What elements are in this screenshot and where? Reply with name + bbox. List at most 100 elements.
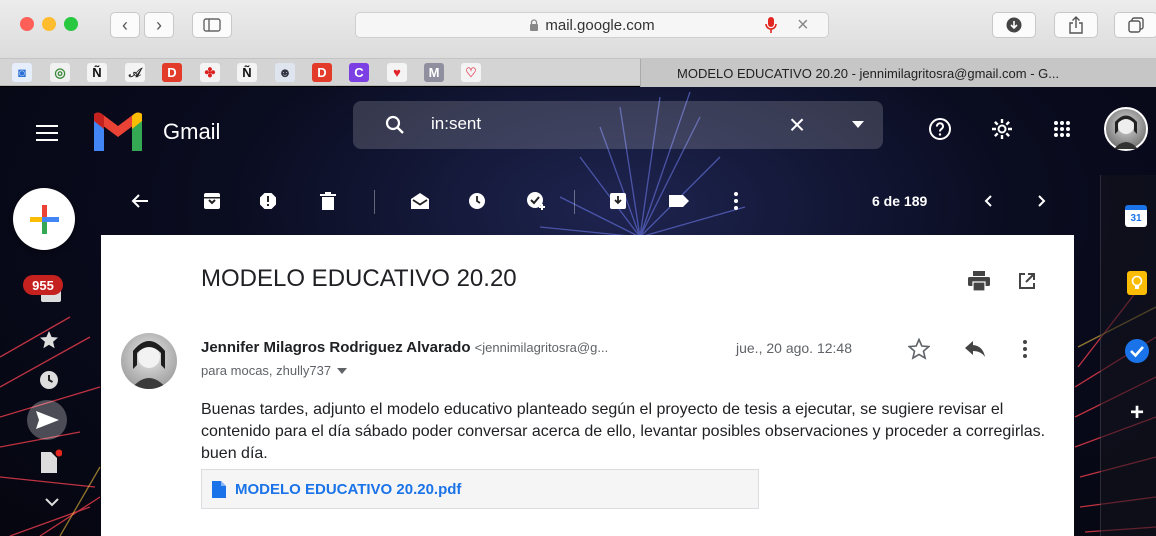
reply-button[interactable]: [963, 337, 987, 361]
snooze-button[interactable]: [465, 189, 489, 213]
browser-toolbar: ‹ › mail.google.com ×: [0, 0, 1156, 58]
forward-nav-button[interactable]: ›: [144, 12, 174, 38]
bookmark-icon[interactable]: Ñ: [87, 63, 107, 82]
tab-title: MODELO EDUCATIVO 20.20 - jennimilagritos…: [677, 65, 1060, 81]
open-new-window-button[interactable]: [1015, 269, 1039, 293]
keep-icon[interactable]: [1127, 271, 1147, 295]
mail-open-icon: [411, 193, 429, 209]
search-bar: in:sent ×: [353, 101, 883, 149]
add-addon-button[interactable]: +: [1127, 399, 1147, 426]
pagination-text: 6 de 189: [872, 193, 928, 209]
bookmark-icon[interactable]: D: [312, 63, 332, 82]
attachment-name: MODELO EDUCATIVO 20.20.pdf: [235, 480, 462, 498]
profile-photo-icon: [1114, 115, 1138, 149]
safari-window: ‹ › mail.google.com × ◙ ◎ Ñ 𝒜 D ✤ Ñ ☻ D C ♥ M ♡ MODE…: [0, 0, 1156, 536]
sent-nav[interactable]: [27, 400, 67, 440]
email-subject: MODELO EDUCATIVO 20.20: [201, 265, 517, 292]
main-menu-button[interactable]: [32, 121, 62, 145]
bookmark-icon[interactable]: ◎: [50, 63, 70, 82]
share-icon: [1069, 16, 1083, 34]
apps-grid-icon: [1054, 121, 1070, 137]
search-options-button[interactable]: [848, 115, 868, 135]
email-date: jue., 20 ago. 12:48: [736, 340, 852, 356]
address-bar[interactable]: mail.google.com ×: [355, 12, 829, 38]
caret-down-icon: [852, 121, 864, 128]
star-button[interactable]: [907, 337, 931, 361]
bulb-icon: [1131, 275, 1143, 289]
print-button[interactable]: [967, 269, 991, 293]
calendar-day: 31: [1130, 213, 1142, 224]
bookmark-icon[interactable]: ♡: [461, 63, 481, 82]
bookmark-icon[interactable]: ☻: [275, 63, 295, 82]
bookmark-icon[interactable]: D: [162, 63, 182, 82]
drafts-nav[interactable]: [38, 449, 63, 475]
account-avatar[interactable]: [1104, 107, 1148, 151]
bookmark-icon[interactable]: ♥: [387, 63, 407, 82]
microphone-icon[interactable]: [765, 16, 777, 34]
sender-line: Jennifer Milagros Rodriguez Alvarado <je…: [201, 339, 608, 356]
gmail-app: Gmail in:sent × 955 6 de 189 31 + MODELO…: [0, 87, 1156, 536]
apps-button[interactable]: [1050, 117, 1074, 141]
tabs-overview-button[interactable]: [1114, 12, 1156, 38]
tasks-icon[interactable]: [1125, 339, 1149, 363]
bookmark-icon[interactable]: M: [424, 63, 444, 82]
gmail-logo[interactable]: [90, 111, 146, 155]
move-icon: [610, 193, 626, 209]
search-button[interactable]: [383, 113, 407, 137]
attachment-chip[interactable]: MODELO EDUCATIVO 20.20.pdf: [201, 469, 759, 509]
move-to-button[interactable]: [606, 189, 630, 213]
downloads-button[interactable]: [992, 12, 1036, 38]
minimize-window-button[interactable]: [42, 17, 56, 31]
support-button[interactable]: [926, 115, 954, 143]
report-spam-button[interactable]: [256, 189, 280, 213]
unread-count-badge: 955: [23, 275, 63, 295]
label-icon: [669, 195, 689, 207]
snoozed-nav[interactable]: [37, 368, 61, 392]
zoom-window-button[interactable]: [64, 17, 78, 31]
trash-icon: [320, 192, 336, 210]
chevron-right-icon: [1038, 195, 1046, 207]
older-button[interactable]: [1030, 189, 1054, 213]
sender-avatar[interactable]: [121, 333, 177, 389]
url-text: mail.google.com: [545, 16, 655, 34]
labels-button[interactable]: [666, 189, 692, 213]
report-icon: [260, 193, 276, 209]
sidebar-toggle-button[interactable]: [192, 12, 232, 38]
back-to-list-button[interactable]: [128, 189, 152, 213]
add-to-tasks-button[interactable]: [524, 189, 548, 213]
bookmark-icon[interactable]: ✤: [200, 63, 220, 82]
toolbar-divider: [374, 190, 375, 214]
bookmark-icon[interactable]: ◙: [12, 63, 32, 82]
lock-icon: [530, 19, 539, 31]
bookmarks-bar: ◙ ◎ Ñ 𝒜 D ✤ Ñ ☻ D C ♥ M ♡ MODELO EDUCATIVO 20.20 - j…: [0, 58, 1156, 87]
more-actions-button[interactable]: [726, 189, 746, 213]
bookmark-icon[interactable]: 𝒜: [125, 63, 145, 82]
archive-button[interactable]: [200, 189, 224, 213]
search-icon: [385, 115, 404, 134]
active-tab[interactable]: MODELO EDUCATIVO 20.20 - jennimilagritos…: [640, 59, 1156, 87]
more-vert-icon: [1023, 340, 1027, 358]
recipients-line[interactable]: para mocas, zhully737: [201, 363, 348, 378]
close-icon[interactable]: ×: [797, 14, 809, 37]
clear-search-button[interactable]: ×: [785, 109, 809, 140]
share-button[interactable]: [1054, 12, 1098, 38]
sidebar-icon: [203, 18, 221, 32]
settings-button[interactable]: [988, 115, 1016, 143]
message-more-button[interactable]: [1015, 337, 1035, 361]
close-window-button[interactable]: [20, 17, 34, 31]
bookmark-icon[interactable]: Ñ: [237, 63, 257, 82]
calendar-icon[interactable]: 31: [1125, 205, 1147, 227]
starred-nav[interactable]: [37, 328, 61, 352]
chevron-left-icon: ‹: [122, 14, 128, 35]
compose-button[interactable]: [13, 188, 75, 250]
newer-button[interactable]: [976, 189, 1000, 213]
sender-name[interactable]: Jennifer Milagros Rodriguez Alvarado: [201, 339, 471, 356]
delete-button[interactable]: [316, 189, 340, 213]
bookmark-icon[interactable]: C: [349, 63, 369, 82]
mark-unread-button[interactable]: [408, 189, 432, 213]
back-nav-button[interactable]: ‹: [110, 12, 140, 38]
chevron-left-icon: [984, 195, 992, 207]
more-nav[interactable]: [40, 492, 64, 512]
sender-email: <jennimilagritosra@g...: [474, 340, 609, 355]
search-input[interactable]: in:sent: [431, 114, 481, 134]
